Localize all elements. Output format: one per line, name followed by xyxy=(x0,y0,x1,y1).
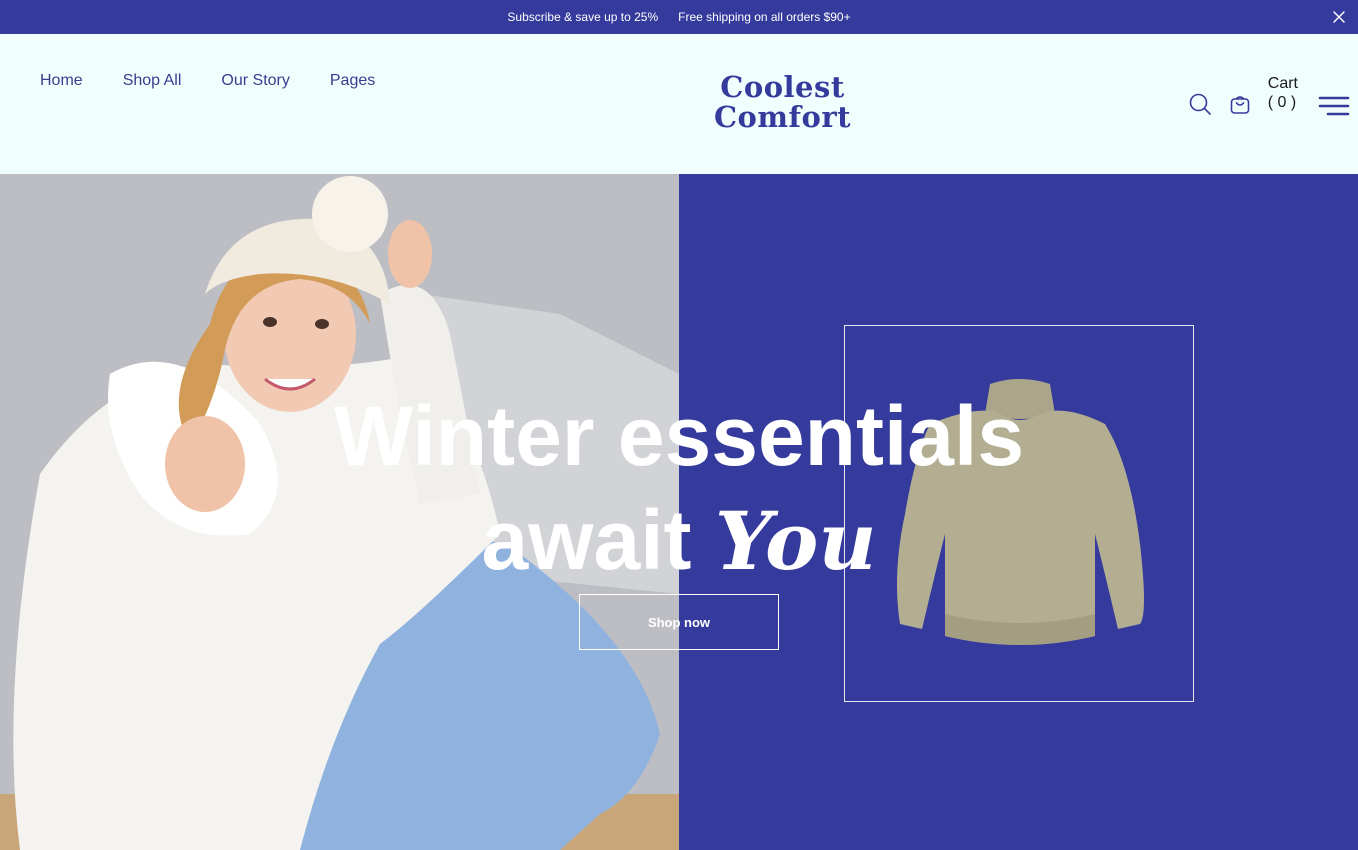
brand-logo[interactable]: Coolest Comfort xyxy=(700,72,865,132)
nav-shop-all[interactable]: Shop All xyxy=(123,72,182,90)
announcement-message-2: Free shipping on all orders $90+ xyxy=(678,10,851,24)
headline-plain-word: await xyxy=(481,493,692,587)
nav-our-story[interactable]: Our Story xyxy=(221,72,289,90)
header-actions: Cart ( 0 ) xyxy=(1188,74,1350,120)
headline-script-word: You xyxy=(714,494,877,588)
nav-pages[interactable]: Pages xyxy=(330,72,375,90)
shop-now-button[interactable]: Shop now xyxy=(579,594,779,650)
search-icon[interactable] xyxy=(1188,92,1212,116)
site-header: Home Shop All Our Story Pages Coolest Co… xyxy=(0,34,1358,174)
cart-count: ( 0 ) xyxy=(1267,94,1297,111)
hero-headline: Winter essentials await You xyxy=(0,384,1358,593)
headline-line-1: Winter essentials xyxy=(333,389,1025,483)
cart-label: Cart xyxy=(1267,75,1298,92)
announcement-message-1: Subscribe & save up to 25% xyxy=(507,10,659,24)
logo-line-1: Coolest xyxy=(720,70,845,104)
announcement-bar: Subscribe & save up to 25% Free shipping… xyxy=(0,0,1358,34)
logo-line-2: Comfort xyxy=(713,100,852,134)
headline-line-2: await You xyxy=(0,488,1358,593)
nav-home[interactable]: Home xyxy=(40,72,83,90)
hero-section: Winter essentials await You Shop now xyxy=(0,174,1358,850)
menu-icon[interactable] xyxy=(1318,92,1350,120)
close-icon[interactable] xyxy=(1330,8,1348,26)
bag-icon[interactable] xyxy=(1228,92,1252,116)
main-nav: Home Shop All Our Story Pages xyxy=(40,72,375,90)
cart-link[interactable]: Cart ( 0 ) xyxy=(1268,74,1298,112)
